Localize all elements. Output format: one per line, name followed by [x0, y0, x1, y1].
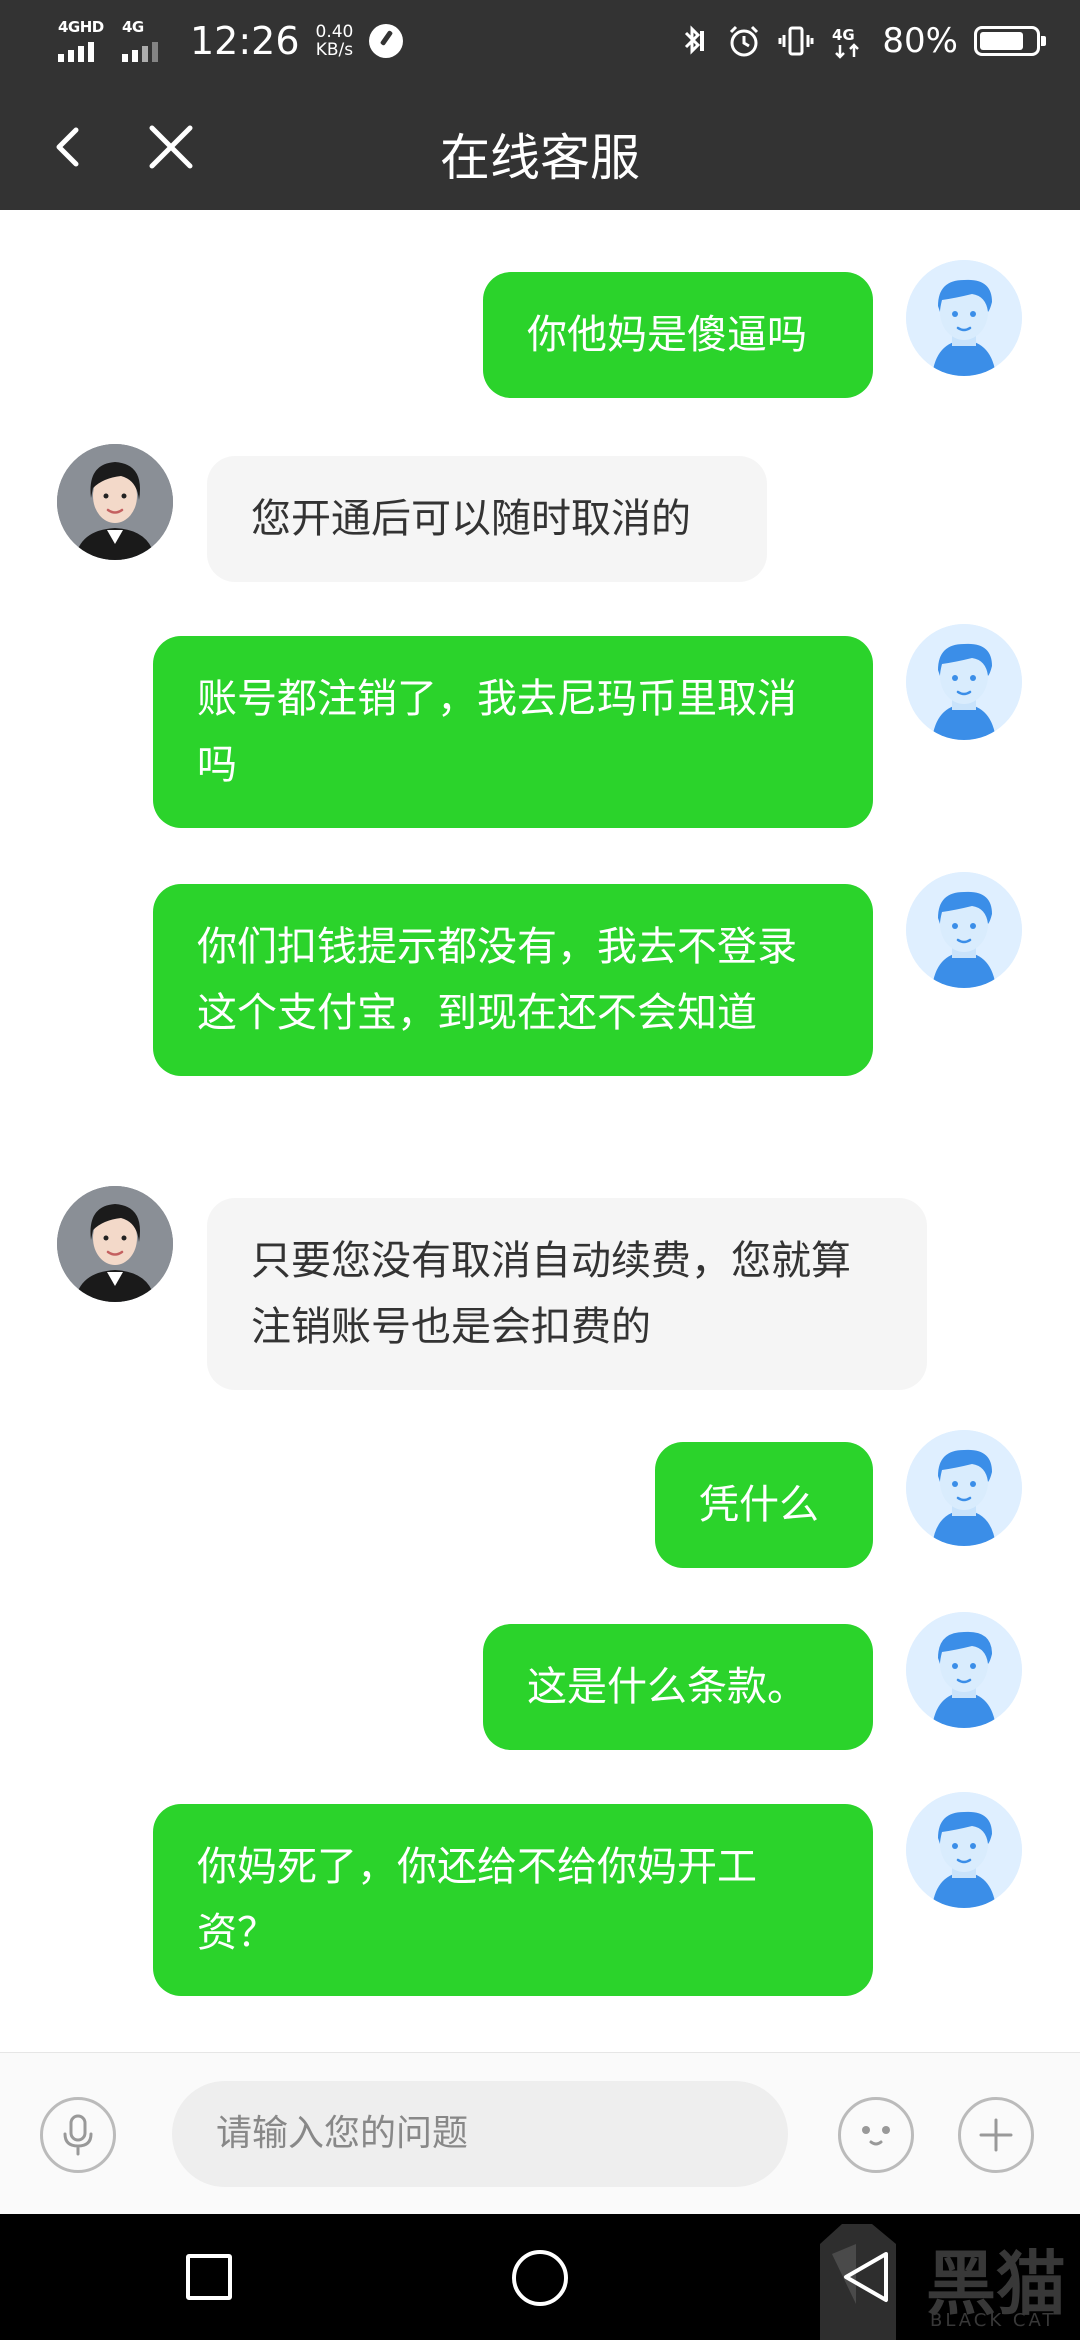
agent-avatar[interactable]: [57, 444, 173, 560]
mobile-data-icon: 4G: [832, 26, 860, 59]
plus-icon[interactable]: [958, 2097, 1034, 2173]
agent-avatar[interactable]: [57, 1186, 173, 1302]
input-bar: 请输入您的问题: [0, 2052, 1080, 2214]
microphone-icon[interactable]: [40, 2097, 116, 2173]
watermark-subtext: BLACK CAT: [930, 2310, 1057, 2331]
square-icon[interactable]: [186, 2254, 232, 2300]
emoji-face-icon[interactable]: [838, 2097, 914, 2173]
user-message-bubble[interactable]: 这是什么条款。: [483, 1624, 873, 1750]
network-label: 4G: [832, 26, 855, 44]
user-message-bubble[interactable]: 账号都注销了，我去尼玛币里取消吗: [153, 636, 873, 828]
signal-icon-2: 4G: [122, 16, 172, 66]
user-avatar[interactable]: [906, 260, 1022, 376]
title-bar: 在线客服: [0, 82, 1080, 210]
battery-percent: 80%: [882, 21, 958, 61]
user-avatar[interactable]: [906, 1792, 1022, 1908]
speedometer-icon: [369, 24, 404, 58]
user-message-bubble[interactable]: 你妈死了，你还给不给你妈开工资？: [153, 1804, 873, 1996]
triangle-back-icon[interactable]: [836, 2246, 896, 2308]
alarm-icon: [730, 25, 759, 57]
signal-icon: 4GHD: [58, 16, 108, 66]
user-avatar[interactable]: [906, 1612, 1022, 1728]
user-avatar[interactable]: [906, 872, 1022, 988]
agent-message-bubble[interactable]: 只要您没有取消自动续费，您就算注销账号也是会扣费的: [207, 1198, 927, 1390]
circle-icon[interactable]: [512, 2250, 568, 2306]
battery-icon: [974, 26, 1046, 56]
system-nav-bar: 黑猫 BLACK CAT: [0, 2214, 1080, 2340]
bluetooth-icon: [685, 25, 705, 55]
message-input[interactable]: 请输入您的问题: [172, 2081, 788, 2187]
speed-value: 0.40: [315, 22, 354, 42]
status-bar: 4GHD 4G 12:26 0.40 KB/s 4G 80%: [0, 0, 1080, 82]
signal-label-2: 4G: [122, 18, 144, 36]
page-title: 在线客服: [440, 129, 640, 187]
user-message-bubble[interactable]: 你们扣钱提示都没有，我去不登录这个支付宝，到现在还不会知道: [153, 884, 873, 1076]
network-speed: 0.40 KB/s: [316, 23, 354, 59]
user-message-bubble[interactable]: 凭什么: [655, 1442, 873, 1568]
signal-label: 4GHD: [58, 18, 104, 36]
status-time: 12:26: [190, 19, 300, 63]
user-message-bubble[interactable]: 你他妈是傻逼吗: [483, 272, 873, 398]
battery-fill: [980, 32, 1024, 50]
user-avatar[interactable]: [906, 1430, 1022, 1546]
vibrate-icon: [778, 26, 814, 56]
speed-unit: KB/s: [315, 40, 354, 60]
chat-area[interactable]: 你他妈是傻逼吗 您开通后可以随时取消的 账号都注销了，我去尼玛币里取消吗 你们扣…: [0, 210, 1080, 2052]
user-avatar[interactable]: [906, 624, 1022, 740]
agent-message-bubble[interactable]: 您开通后可以随时取消的: [207, 456, 767, 582]
